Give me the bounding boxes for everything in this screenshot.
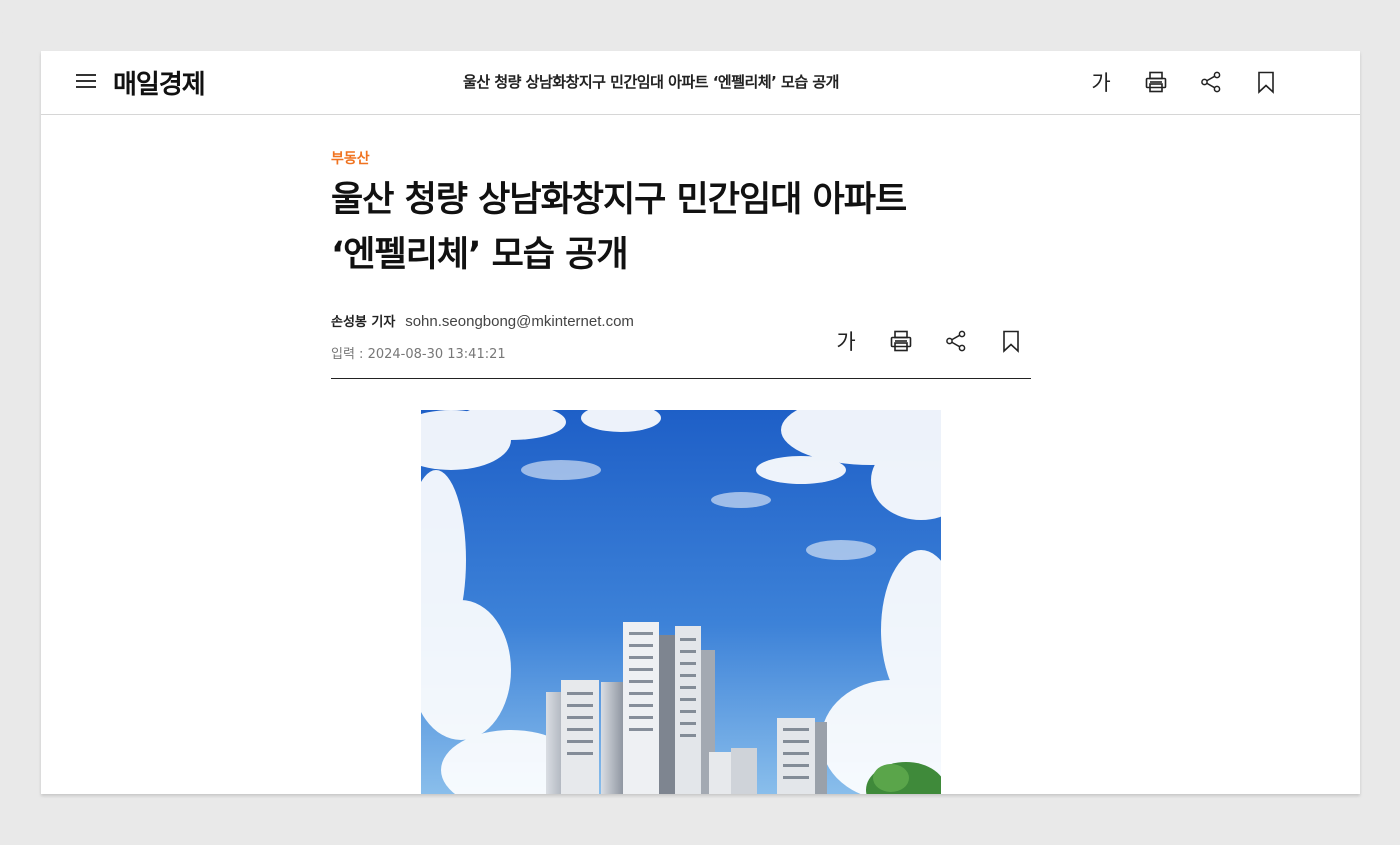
article-category[interactable]: 부동산 bbox=[331, 148, 370, 168]
byline-divider bbox=[331, 378, 1031, 379]
menu-icon[interactable] bbox=[76, 74, 96, 90]
top-toolbar: 가 bbox=[1089, 69, 1278, 95]
top-bar-title: 울산 청량 상남화창지구 민간임대 아파트 ‘엔펠리체’ 모습 공개 bbox=[463, 73, 839, 91]
date-label: 입력 : bbox=[331, 347, 368, 362]
top-bar: 매일경제 울산 청량 상남화창지구 민간임대 아파트 ‘엔펠리체’ 모습 공개 … bbox=[41, 51, 1360, 115]
browser-frame: 매일경제 울산 청량 상남화창지구 민간임대 아파트 ‘엔펠리체’ 모습 공개 … bbox=[0, 6, 1400, 834]
font-size-button[interactable]: 가 bbox=[834, 328, 858, 354]
site-logo[interactable]: 매일경제 bbox=[113, 64, 206, 101]
date-value: 2024-08-30 13:41:21 bbox=[367, 347, 506, 362]
headline-line-2: ‘엔펠리체’ 모습 공개 bbox=[331, 235, 629, 275]
print-icon[interactable] bbox=[889, 328, 913, 354]
print-icon[interactable] bbox=[1144, 69, 1168, 95]
bookmark-icon[interactable] bbox=[1254, 69, 1278, 95]
author-name[interactable]: 손성봉 기자 bbox=[331, 315, 395, 330]
article-headline: 울산 청량 상남화창지구 민간임대 아파트 ‘엔펠리체’ 모습 공개 bbox=[331, 173, 1031, 283]
article-toolbar: 가 bbox=[834, 328, 1023, 354]
article-photo[interactable] bbox=[421, 410, 941, 794]
share-icon[interactable] bbox=[1199, 69, 1223, 95]
share-icon[interactable] bbox=[944, 328, 968, 354]
headline-line-1: 울산 청량 상남화창지구 민간임대 아파트 bbox=[331, 180, 907, 220]
bookmark-icon[interactable] bbox=[999, 328, 1023, 354]
font-size-button[interactable]: 가 bbox=[1089, 69, 1113, 95]
byline: 손성봉 기자 sohn.seongbong@mkinternet.com bbox=[331, 311, 634, 330]
article-page: 매일경제 울산 청량 상남화창지구 민간임대 아파트 ‘엔펠리체’ 모습 공개 … bbox=[41, 51, 1360, 794]
publish-date: 입력 : 2024-08-30 13:41:21 bbox=[331, 343, 506, 362]
author-email[interactable]: sohn.seongbong@mkinternet.com bbox=[405, 313, 634, 330]
